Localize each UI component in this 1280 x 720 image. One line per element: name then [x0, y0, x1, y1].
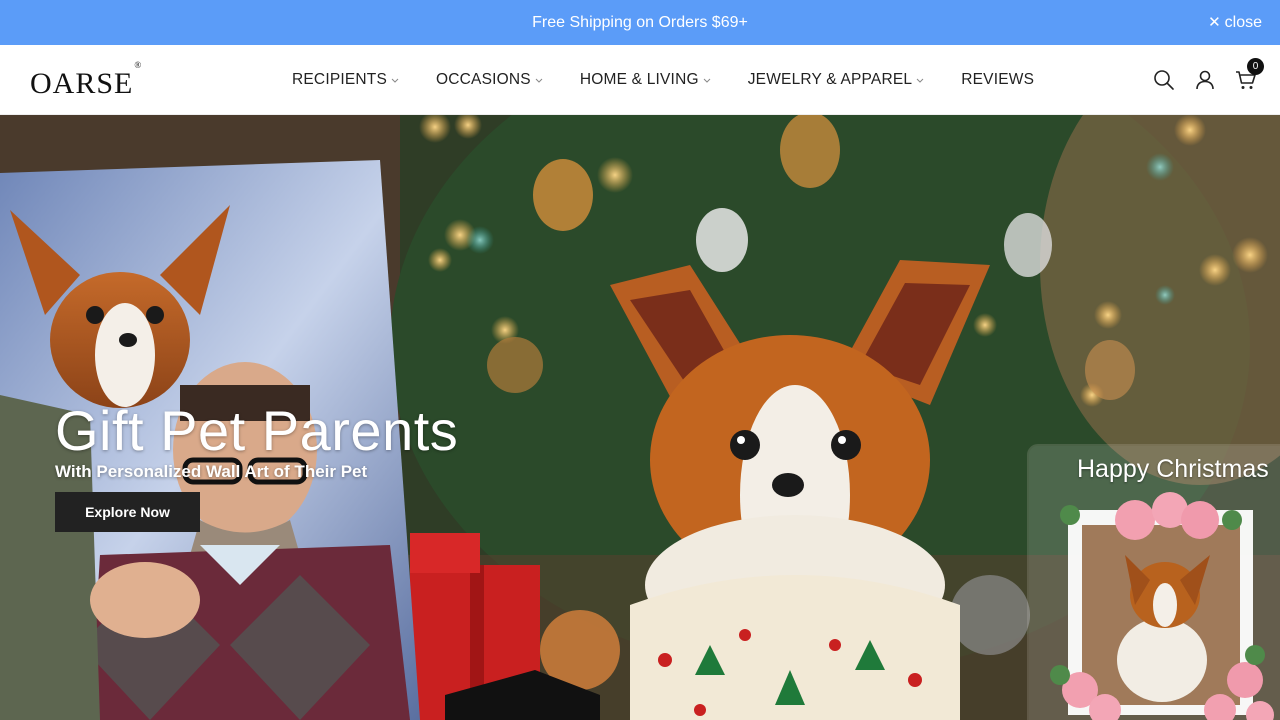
close-icon: ✕ [1208, 14, 1221, 31]
nav-label: JEWELRY & APPAREL [747, 71, 913, 88]
chevron-down-icon [535, 78, 543, 83]
announcement-text: Free Shipping on Orders $69+ [532, 13, 748, 31]
frame-text: Happy Christmas [1077, 455, 1269, 483]
nav-item-jewelry-apparel[interactable]: JEWELRY & APPAREL [748, 71, 926, 89]
nav-item-recipients[interactable]: RECIPIENTS [292, 71, 400, 89]
close-label: close [1224, 13, 1262, 31]
nav-label: REVIEWS [961, 71, 1035, 88]
hero-subtitle: With Personalized Wall Art of Their Pet [55, 462, 368, 481]
nav-item-occasions[interactable]: OCCASIONS [436, 71, 544, 89]
announcement-close-button[interactable]: ✕ close [1208, 0, 1262, 45]
main-nav: RECIPIENTS OCCASIONS HOME & LIVING JEWEL… [292, 45, 1070, 115]
site-logo[interactable]: OARSE® [30, 60, 143, 102]
chevron-down-icon [916, 78, 924, 83]
hero-title: Gift Pet Parents [55, 399, 459, 462]
search-icon[interactable] [1152, 68, 1176, 92]
hero-banner[interactable]: Happy Christmas Gift Pet Parents With Pe… [0, 115, 1280, 720]
cart-icon[interactable]: 0 [1234, 58, 1264, 92]
nav-item-home-living[interactable]: HOME & LIVING [580, 71, 712, 89]
chevron-down-icon [391, 78, 399, 83]
nav-item-reviews[interactable]: REVIEWS [961, 71, 1034, 89]
cart-count-badge: 0 [1247, 58, 1264, 75]
logo-registered-mark: ® [134, 60, 143, 70]
nav-label: HOME & LIVING [579, 71, 699, 88]
chevron-down-icon [703, 78, 711, 83]
nav-label: RECIPIENTS [292, 71, 388, 88]
nav-label: OCCASIONS [436, 71, 531, 88]
account-icon[interactable] [1193, 68, 1217, 92]
announcement-bar: Free Shipping on Orders $69+ ✕ close [0, 0, 1280, 45]
logo-text: OARSE [30, 67, 134, 100]
site-header: OARSE® RECIPIENTS OCCASIONS HOME & LIVIN… [0, 45, 1280, 115]
explore-now-button[interactable]: Explore Now [55, 492, 200, 532]
header-actions: 0 [1152, 45, 1264, 115]
